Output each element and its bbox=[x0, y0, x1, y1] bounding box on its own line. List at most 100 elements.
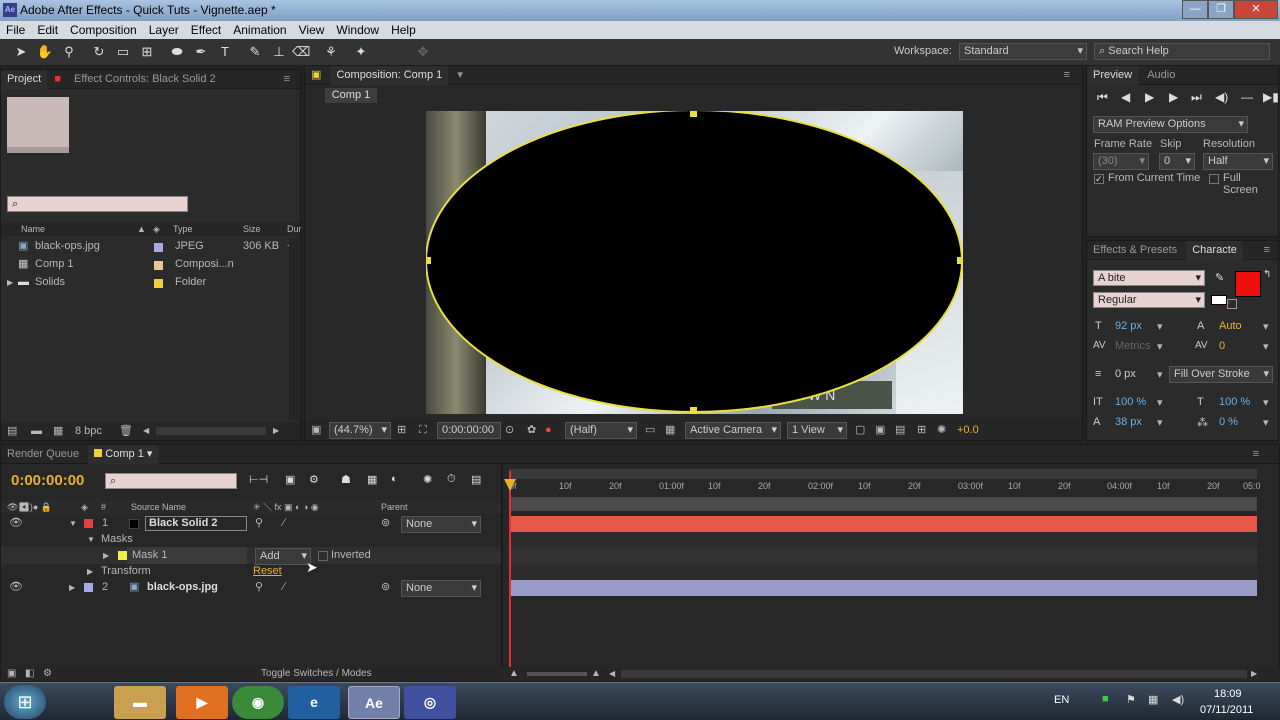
tab-comp1-timeline[interactable]: Comp 1 ▾ bbox=[88, 445, 159, 464]
ellipse-mask-tool-icon[interactable]: ⬬ bbox=[168, 43, 186, 61]
next-frame-icon[interactable]: ▶ bbox=[1169, 90, 1178, 104]
view-layout-dropdown[interactable]: 1 View ▾ bbox=[787, 422, 847, 439]
roto-brush-tool-icon[interactable]: ⚘ bbox=[322, 43, 340, 61]
list-item[interactable]: ▣ black-ops.jpg JPEG 306 KB ⊹ bbox=[1, 238, 296, 255]
kerning-value[interactable]: Metrics bbox=[1115, 340, 1150, 352]
source-name-header[interactable]: Source Name bbox=[131, 500, 186, 514]
hand-tool-icon[interactable]: ✋ bbox=[36, 43, 54, 61]
menu-view[interactable]: View bbox=[293, 21, 331, 39]
mask-vertex[interactable] bbox=[690, 111, 697, 117]
layer-label-color[interactable] bbox=[84, 583, 93, 592]
white-swatch[interactable] bbox=[1211, 295, 1227, 305]
menu-file[interactable]: File bbox=[0, 21, 31, 39]
region-icon[interactable]: ⛶ bbox=[419, 420, 427, 440]
interpret-footage-icon[interactable]: ▤ bbox=[7, 422, 17, 440]
baseline-shift-value[interactable]: 38 px bbox=[1115, 416, 1142, 428]
rotate-tool-icon[interactable]: ↻ bbox=[90, 43, 108, 61]
action-center-icon[interactable]: ⚑ bbox=[1126, 693, 1136, 706]
tab-effects-presets[interactable]: Effects & Presets bbox=[1087, 241, 1183, 260]
toggle-pixel-icon[interactable]: ▢ bbox=[855, 420, 865, 440]
expand-arrow-icon[interactable]: ▶ bbox=[103, 547, 109, 564]
lock-icon[interactable]: ▣ bbox=[305, 66, 327, 85]
col-dur[interactable]: Dur bbox=[287, 222, 302, 236]
expand-arrow-icon[interactable]: ▶ bbox=[7, 274, 13, 291]
resolution-dropdown[interactable]: (Half) ▾ bbox=[565, 422, 637, 439]
language-indicator[interactable]: EN bbox=[1054, 694, 1069, 706]
start-button[interactable]: ⊞ bbox=[4, 685, 46, 719]
maximize-button[interactable]: ❐ bbox=[1208, 0, 1234, 19]
dropdown-arrow-icon[interactable]: ▾ bbox=[1263, 340, 1269, 353]
tsume-value[interactable]: 0 % bbox=[1219, 416, 1238, 428]
composition-viewer[interactable]: WN bbox=[426, 111, 963, 414]
panel-menu-icon[interactable]: ≡ bbox=[1058, 66, 1076, 85]
hide-shy-icon[interactable]: ☗ bbox=[341, 473, 351, 486]
scroll-right-icon[interactable]: ▶ bbox=[1251, 667, 1257, 681]
scroll-right-icon[interactable]: ▶ bbox=[273, 422, 279, 440]
exposure-icon[interactable]: ✺ bbox=[937, 420, 946, 440]
camera-tool-icon[interactable]: ▭ bbox=[114, 43, 132, 61]
quality-switch-icon[interactable]: ⁄ bbox=[283, 515, 285, 532]
layer-label-color[interactable] bbox=[84, 519, 93, 528]
zoom-out-icon[interactable]: ▲ bbox=[509, 667, 519, 681]
expand-arrow-icon[interactable]: ▶ bbox=[69, 579, 75, 596]
first-frame-icon[interactable]: ⏮ bbox=[1097, 90, 1108, 105]
tab-composition[interactable]: Composition: Comp 1 bbox=[330, 66, 449, 85]
panel-menu-icon[interactable]: ≡ bbox=[1247, 445, 1265, 464]
mask-vertex[interactable] bbox=[957, 257, 963, 264]
expand-arrow-icon[interactable]: ▼ bbox=[69, 515, 77, 532]
pan-behind-tool-icon[interactable]: ⊞ bbox=[138, 43, 156, 61]
from-current-checkbox[interactable]: ✓ bbox=[1094, 174, 1104, 184]
shy-switch-icon[interactable]: ⚲ bbox=[255, 515, 263, 532]
comp-subtab[interactable]: Comp 1 bbox=[325, 88, 377, 103]
parent-header[interactable]: Parent bbox=[381, 500, 408, 514]
chrome-icon[interactable]: ◉ bbox=[232, 686, 284, 719]
comp-flowchart-icon[interactable]: ⊞ bbox=[917, 420, 926, 440]
mask-name[interactable]: Mask 1 bbox=[127, 547, 247, 564]
font-style-dropdown[interactable]: Regular ▾ bbox=[1093, 292, 1205, 308]
mask-color[interactable] bbox=[118, 551, 127, 560]
timeline-search-input[interactable]: ⌕ bbox=[105, 473, 237, 489]
dropdown-arrow-icon[interactable]: ▾ bbox=[1157, 396, 1163, 409]
frame-rate-dropdown[interactable]: (30) ▾ bbox=[1093, 153, 1149, 170]
layer-2-bar[interactable] bbox=[509, 580, 1257, 596]
shy-switch-icon[interactable]: ⚲ bbox=[255, 579, 263, 596]
show-snapshot-icon[interactable]: ✿ bbox=[527, 420, 536, 440]
auto-keyframe-icon[interactable]: ⏱ bbox=[447, 473, 456, 486]
tab-audio[interactable]: Audio bbox=[1141, 66, 1181, 85]
expand-arrow-icon[interactable]: ▼ bbox=[87, 531, 95, 548]
reset-link[interactable]: Reset bbox=[253, 563, 282, 580]
type-tool-icon[interactable]: T bbox=[216, 43, 234, 61]
parent-pickwhip-icon[interactable]: ⊚ bbox=[381, 579, 390, 596]
selection-tool-icon[interactable]: ➤ bbox=[12, 43, 30, 61]
eraser-tool-icon[interactable]: ⌫ bbox=[292, 43, 310, 61]
layer-name[interactable]: black-ops.jpg bbox=[147, 579, 218, 596]
play-icon[interactable]: ▶ bbox=[1145, 90, 1154, 104]
search-help-input[interactable]: ⌕ Search Help bbox=[1094, 43, 1270, 60]
tab-close-icon[interactable]: ▾ bbox=[451, 66, 469, 85]
snapshot-icon[interactable]: ⊙ bbox=[505, 420, 514, 440]
network-tray-icon[interactable]: ▦ bbox=[1148, 693, 1158, 706]
zoom-slider[interactable] bbox=[527, 672, 587, 676]
list-item[interactable]: ▶ ▬ Solids Folder bbox=[1, 274, 291, 291]
work-area-bar[interactable] bbox=[509, 469, 1257, 479]
parent-pickwhip-icon[interactable]: ⊚ bbox=[381, 515, 390, 532]
frame-blending-icon[interactable]: ▦ bbox=[367, 473, 377, 486]
in-out-icon[interactable]: ⚙ bbox=[43, 667, 52, 681]
parent-dropdown[interactable]: None ▾ bbox=[401, 580, 481, 597]
stroke-mode-dropdown[interactable]: Fill Over Stroke ▾ bbox=[1169, 366, 1273, 383]
menu-edit[interactable]: Edit bbox=[31, 21, 64, 39]
tab-render-queue[interactable]: Render Queue bbox=[1, 445, 85, 464]
transform-row[interactable]: ▶ Transform Reset bbox=[1, 563, 501, 580]
list-item[interactable]: ▦ Comp 1 Composi...n bbox=[1, 256, 291, 273]
new-comp-icon[interactable]: ▦ bbox=[53, 422, 63, 440]
exposure-value[interactable]: +0.0 bbox=[957, 420, 979, 440]
motion-blur-icon[interactable]: ◐ bbox=[391, 473, 398, 485]
inverted-checkbox[interactable] bbox=[318, 551, 328, 561]
minimize-button[interactable]: — bbox=[1182, 0, 1208, 19]
volume-icon[interactable]: ◀) bbox=[1172, 693, 1184, 706]
bpc-label[interactable]: 8 bpc bbox=[75, 422, 102, 440]
tab-preview[interactable]: Preview bbox=[1087, 66, 1139, 85]
stroke-width-value[interactable]: 0 px bbox=[1115, 368, 1136, 380]
col-size[interactable]: Size bbox=[243, 222, 261, 236]
col-type[interactable]: Type bbox=[173, 222, 193, 236]
